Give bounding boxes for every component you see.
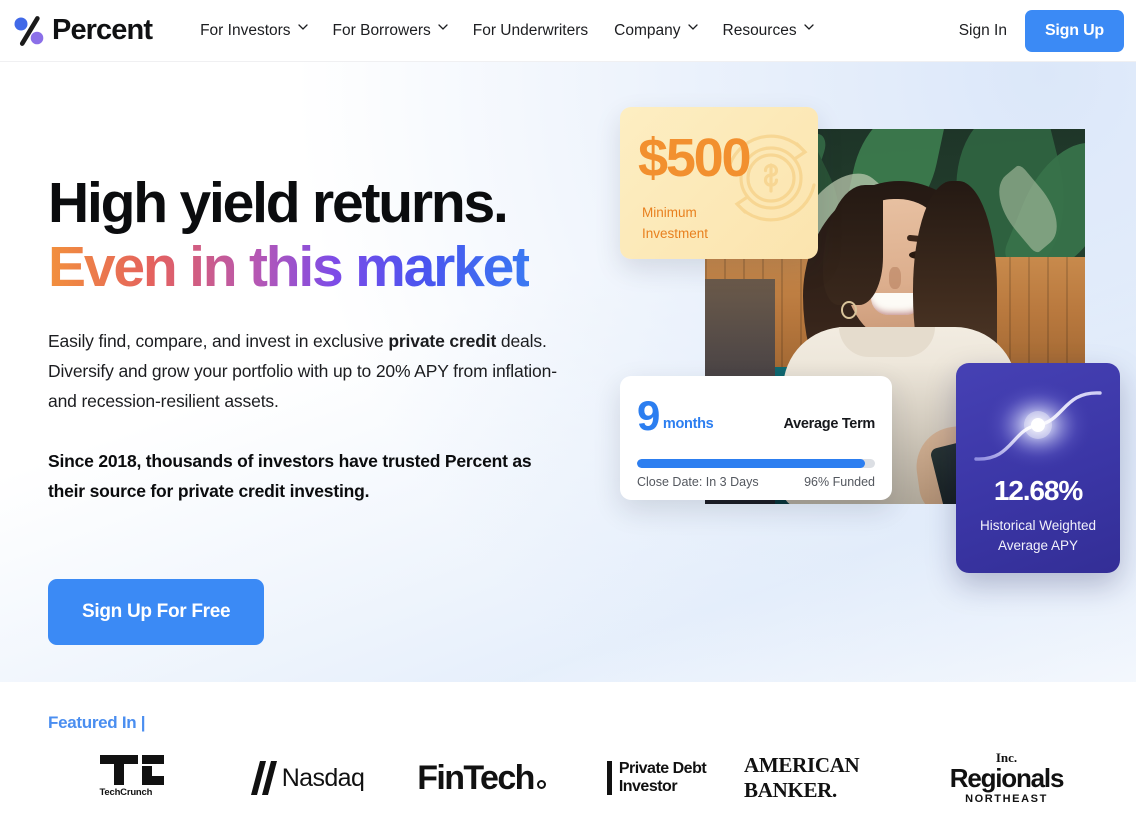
- american-banker-wordmark: AMERICAN BANKER.: [744, 753, 860, 802]
- apy-label: Historical Weighted Average APY: [968, 516, 1108, 555]
- chevron-down-icon: [297, 24, 308, 33]
- logo[interactable]: Percent: [8, 12, 153, 50]
- funding-progress-fill: [637, 459, 866, 468]
- sign-in-link[interactable]: Sign In: [959, 22, 1007, 40]
- header-actions: Sign In Sign Up: [959, 9, 1124, 52]
- nav-label: For Borrowers: [332, 21, 431, 39]
- press-logo-inc-regionals: Inc. Regionals NORTHEAST: [919, 751, 1094, 805]
- percent-logo-icon: [8, 12, 50, 50]
- minimum-label-line2: Investment: [642, 225, 709, 241]
- private-debt-investor-logo-icon: Private Debt Investor: [606, 760, 707, 796]
- nav-label: For Investors: [200, 21, 291, 39]
- fintech-wordmark: FinTech: [417, 758, 535, 797]
- nose: [889, 267, 901, 289]
- site-header: Percent For Investors For Borrowers For …: [0, 0, 1136, 62]
- nav-item-resources[interactable]: Resources: [722, 21, 814, 40]
- nav-item-for-investors[interactable]: For Investors: [200, 21, 308, 40]
- hoop-earring: [841, 301, 857, 319]
- hero-copy: High yield returns. Even in this market …: [48, 171, 608, 646]
- funded-percent-label: 96% Funded: [804, 475, 875, 489]
- minimum-amount: $500: [638, 128, 752, 188]
- inc-bottom-text: NORTHEAST: [965, 793, 1048, 805]
- pdi-bar-icon: [606, 761, 612, 795]
- sign-up-for-free-button[interactable]: Sign Up For Free: [48, 579, 265, 646]
- featured-in-section: Featured In |: [48, 713, 146, 733]
- sign-up-button[interactable]: Sign Up: [1024, 9, 1124, 52]
- hero-trust-statement: Since 2018, thousands of investors have …: [48, 450, 532, 502]
- press-logo-american-banker: AMERICAN BANKER.: [744, 753, 919, 803]
- nav-item-for-borrowers[interactable]: For Borrowers: [332, 21, 448, 40]
- percent-landing-page: Percent For Investors For Borrowers For …: [0, 0, 1136, 817]
- logo-text: Percent: [52, 14, 153, 46]
- historical-apy-card: 12.68% Historical Weighted Average APY: [956, 363, 1120, 573]
- term-unit: months: [662, 415, 714, 432]
- hero-visual: $500 Minimum Investment 9 months Average…: [620, 100, 1136, 580]
- inc-mid-text: Regionals: [949, 763, 1065, 793]
- nav-item-company[interactable]: Company: [614, 21, 698, 40]
- apy-value: 12.68%: [993, 475, 1083, 506]
- press-logo-row: TechCrunch Nasdaq FinTech Private Debt I…: [44, 748, 1094, 808]
- nav-label: For Underwriters: [472, 21, 589, 39]
- nav-label: Resources: [722, 21, 797, 39]
- hero-lede: Easily find, compare, and invest in excl…: [48, 326, 568, 416]
- lede-part-1: Easily find, compare, and invest in excl…: [48, 330, 389, 351]
- nasdaq-mark: [249, 761, 277, 795]
- apy-label-line1: Historical Weighted: [979, 518, 1097, 533]
- term-footer-row: Close Date: In 3 Days 96% Funded: [637, 475, 875, 489]
- funding-progress-bar: [637, 459, 875, 468]
- nasdaq-wordmark: Nasdaq: [281, 763, 365, 792]
- press-logo-nasdaq: Nasdaq: [219, 761, 394, 795]
- fintech-logo-icon: FinTech: [417, 759, 546, 798]
- press-logo-fintech: FinTech: [394, 759, 569, 798]
- featured-in-title: Featured In |: [48, 713, 146, 732]
- fintech-circle-icon: [536, 779, 546, 789]
- press-logo-private-debt-investor: Private Debt Investor: [569, 760, 744, 796]
- term-header-row: 9 months Average Term: [637, 392, 876, 439]
- glowing-s-curve-icon: [956, 371, 1120, 483]
- headline-line-1: High yield returns.: [48, 171, 509, 235]
- pdi-line-1: Private Debt: [618, 760, 707, 778]
- chevron-down-icon: [803, 24, 814, 33]
- chevron-down-icon: [687, 24, 698, 33]
- inc-regionals-logo-icon: Inc. Regionals NORTHEAST: [949, 751, 1065, 805]
- pdi-wordmark: Private Debt Investor: [618, 760, 707, 796]
- hair-front-left: [823, 185, 883, 305]
- pdi-line-2: Investor: [618, 778, 678, 795]
- nav-label: Company: [614, 21, 681, 39]
- minimum-label: Minimum Investment: [642, 203, 708, 245]
- headline-line-2: Even in this market: [48, 234, 531, 299]
- chevron-down-icon: [438, 24, 448, 33]
- minimum-label-line1: Minimum: [642, 205, 697, 220]
- average-term-card: 9 months Average Term Close Date: In 3 D…: [620, 376, 892, 500]
- term-number: 9: [637, 392, 660, 439]
- minimum-investment-card: $500 Minimum Investment: [620, 107, 818, 259]
- average-term-label: Average Term: [783, 415, 876, 432]
- main-nav: For Investors For Borrowers For Underwri…: [200, 21, 814, 40]
- press-logo-techcrunch: TechCrunch: [44, 755, 219, 801]
- nasdaq-logo-icon: Nasdaq: [249, 761, 365, 795]
- techcrunch-logo-icon: TechCrunch: [99, 755, 164, 801]
- tc-mark: [99, 755, 164, 785]
- close-date-label: Close Date: In 3 Days: [637, 475, 759, 489]
- apy-label-line2: Average APY: [997, 537, 1079, 553]
- nav-item-for-underwriters[interactable]: For Underwriters: [473, 22, 588, 40]
- lede-bold: private credit: [388, 330, 497, 351]
- techcrunch-wordmark: TechCrunch: [99, 787, 153, 798]
- page-title: High yield returns. Even in this market: [48, 171, 608, 300]
